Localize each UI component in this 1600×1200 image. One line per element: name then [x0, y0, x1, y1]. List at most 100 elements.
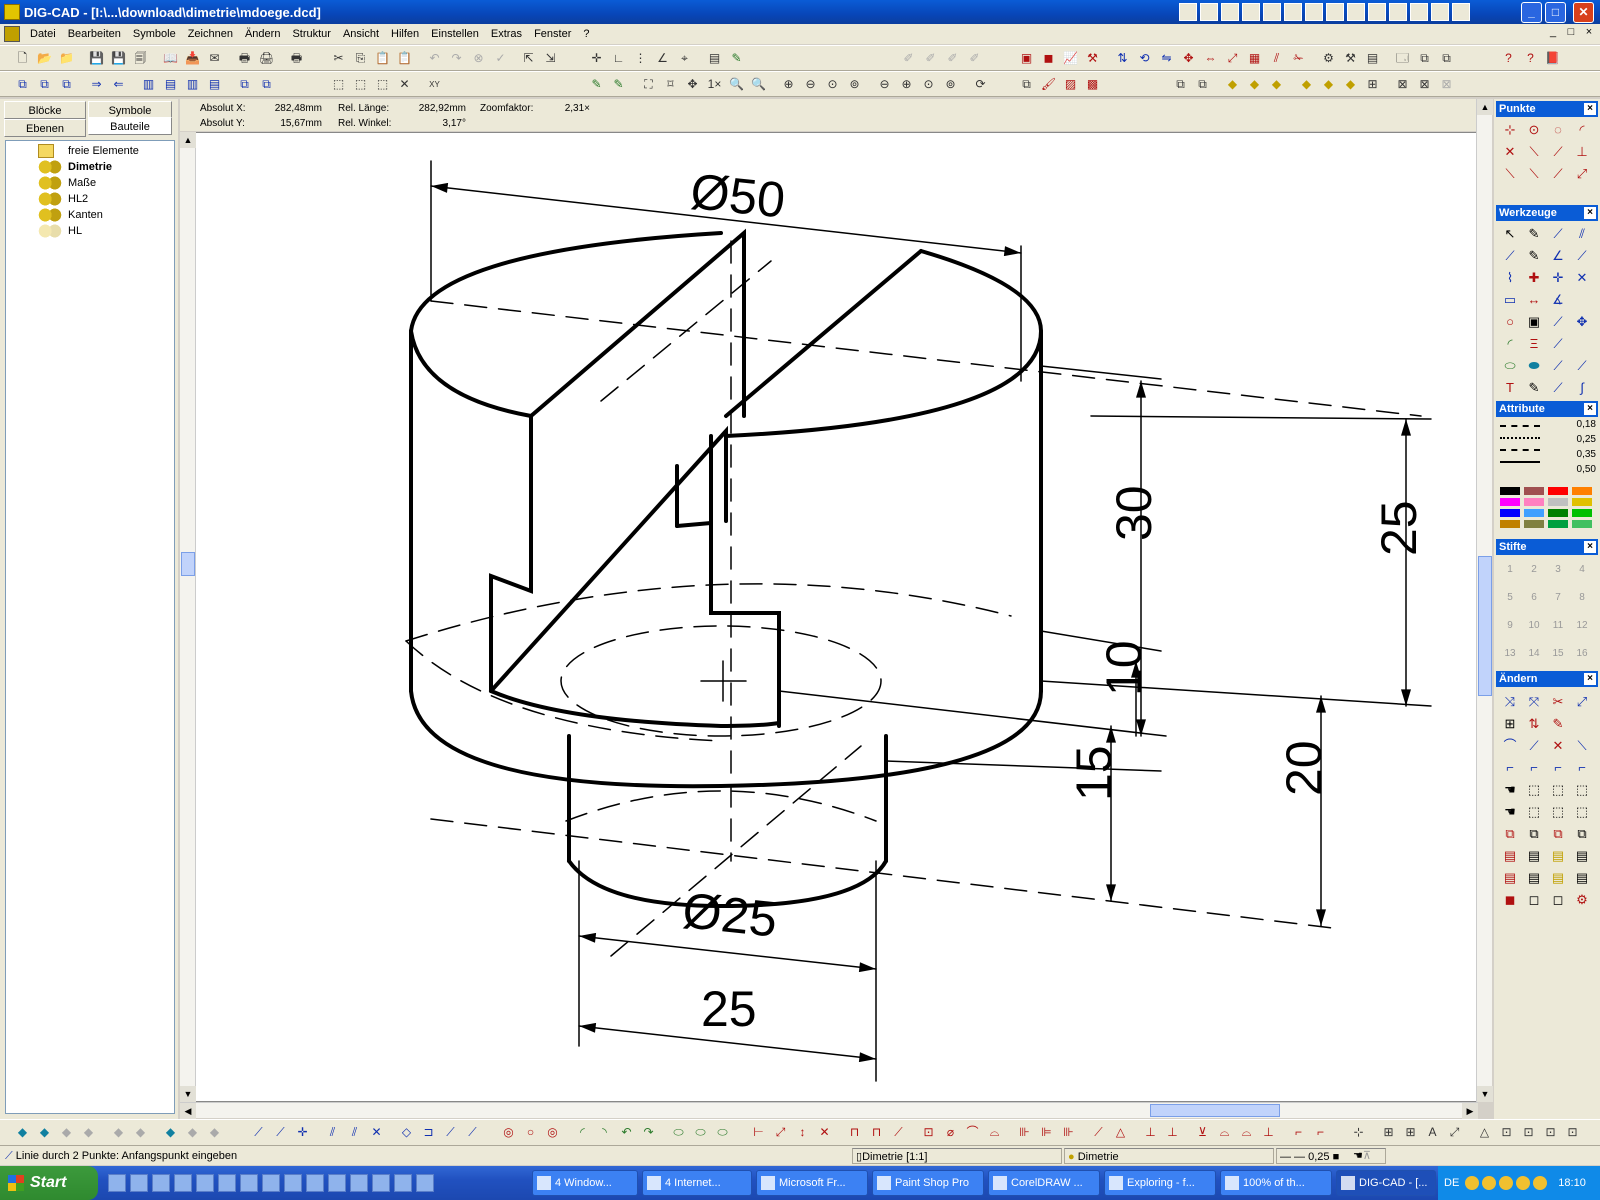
dim-angle-icon[interactable]: ✕ [816, 1124, 833, 1141]
cube-3-icon[interactable]: ◻ [1546, 889, 1570, 911]
menu-einstellen[interactable]: Einstellen [425, 28, 485, 40]
book-icon[interactable]: 📖 [162, 50, 179, 67]
parallel-icon[interactable]: ⫽ [324, 1124, 341, 1141]
fillet-icon[interactable]: ⟋ [1546, 333, 1570, 355]
order-back-icon[interactable]: ⧉ [258, 76, 275, 93]
tray-app-icon[interactable] [1410, 3, 1428, 21]
color-swatch[interactable] [1524, 487, 1544, 495]
task-button-exploring[interactable]: Exploring - f... [1104, 1170, 1216, 1196]
select-cross-2-icon[interactable]: ⬚ [1546, 801, 1570, 823]
datum-icon[interactable]: ⊥ [1260, 1124, 1277, 1141]
break-icon[interactable]: ✂ [1546, 691, 1570, 713]
zoom-out-icon[interactable]: ⊖ [802, 76, 819, 93]
spline-icon[interactable]: ⟋ [1546, 377, 1570, 399]
tray-app-icon[interactable] [1179, 3, 1197, 21]
quicklaunch-icon[interactable] [196, 1174, 214, 1192]
color-swatch[interactable] [1572, 498, 1592, 506]
grid-icon[interactable]: ⋮ [632, 50, 649, 67]
corner-2-icon[interactable]: ⌐ [1522, 757, 1546, 779]
delete-segment-icon[interactable]: ✕ [1546, 735, 1570, 757]
box-4-icon[interactable]: ◆ [80, 1124, 97, 1141]
dim-chain-icon[interactable]: ⊓ [846, 1124, 863, 1141]
rhombus-icon[interactable]: ◇ [398, 1124, 415, 1141]
task-button-windows[interactable]: 4 Window... [532, 1170, 638, 1196]
line-style-solid[interactable] [1500, 461, 1540, 463]
pan-icon[interactable]: ✥ [684, 76, 701, 93]
table-tool-2-icon[interactable]: ⊞ [1402, 1124, 1419, 1141]
plot-icon[interactable]: 🖶 [288, 50, 305, 67]
zoom-right-icon[interactable]: ⊕ [898, 76, 915, 93]
arc-tool-2-icon[interactable]: ◝ [596, 1124, 613, 1141]
extension-icon[interactable]: ⤢ [1570, 163, 1594, 185]
dim-coord-2-icon[interactable]: ⊫ [1038, 1124, 1055, 1141]
zoom-prev-icon[interactable]: 🔍 [750, 76, 767, 93]
color-swatch[interactable] [1572, 487, 1592, 495]
close-icon[interactable]: × [1584, 403, 1596, 415]
line-parallel-icon[interactable]: ⫽ [1570, 223, 1594, 245]
color-swatch[interactable] [1524, 520, 1544, 528]
pen-4[interactable]: 4 [1570, 559, 1594, 581]
window-icon[interactable]: 🗔 [1394, 50, 1411, 67]
text-tool-2-icon[interactable]: ⤢ [1446, 1124, 1463, 1141]
box-2-icon[interactable]: ◆ [36, 1124, 53, 1141]
tree-item-dimetrie[interactable]: Dimetrie [6, 159, 112, 175]
dim-diameter-icon[interactable]: ⌀ [942, 1124, 959, 1141]
color-swatch[interactable] [1500, 520, 1520, 528]
cube-2-icon[interactable]: ◻ [1522, 889, 1546, 911]
import-icon[interactable]: 📥 [184, 50, 201, 67]
color-swatch[interactable] [1548, 509, 1568, 517]
dash-line-icon[interactable]: ⟋ [442, 1124, 459, 1141]
component-icon[interactable]: ◆ [1224, 76, 1241, 93]
dim-radius-icon[interactable]: ⊡ [920, 1124, 937, 1141]
box-6-icon[interactable]: ◆ [132, 1124, 149, 1141]
menu-hilfen[interactable]: Hilfen [385, 28, 425, 40]
select-poly-2-icon[interactable]: ⬚ [1570, 801, 1594, 823]
angle-dim-icon[interactable]: ∡ [1546, 289, 1570, 311]
tray-app-icon[interactable] [1263, 3, 1281, 21]
quadrant-point-icon[interactable]: ◌ [1546, 119, 1570, 141]
edit-icon[interactable]: ✐ [922, 50, 939, 67]
component-link-icon[interactable]: ◆ [1268, 76, 1285, 93]
pen-15[interactable]: 15 [1546, 643, 1570, 665]
box-3-icon[interactable]: ◆ [58, 1124, 75, 1141]
arc-tool-4-icon[interactable]: ↷ [640, 1124, 657, 1141]
select-icon[interactable]: ⬚ [330, 76, 347, 93]
line-style-dotted[interactable] [1500, 437, 1540, 439]
pen-5[interactable]: 5 [1498, 587, 1522, 609]
copy-icon[interactable]: ⎘ [352, 50, 369, 67]
extend-icon[interactable]: ⤧ [1522, 691, 1546, 713]
color-swatch[interactable] [1548, 487, 1568, 495]
offset-icon[interactable]: ⇅ [1522, 713, 1546, 735]
tools-icon[interactable]: ⚒ [1084, 50, 1101, 67]
chamfer-icon[interactable]: ⟋ [1522, 735, 1546, 757]
pen-1[interactable]: 1 [1498, 559, 1522, 581]
array-icon[interactable]: ▦ [1246, 50, 1263, 67]
redraw-icon[interactable]: ⟳ [972, 76, 989, 93]
fillet-icon[interactable]: ⌒ [1498, 735, 1522, 757]
tray-icon[interactable] [1465, 1176, 1480, 1190]
paste-icon[interactable]: 📋 [374, 50, 391, 67]
dim-tolerance-icon[interactable]: ⊥ [1142, 1124, 1159, 1141]
color-swatch[interactable] [1548, 520, 1568, 528]
arrow-left-icon[interactable]: ⇐ [110, 76, 127, 93]
cross-line-icon[interactable]: ✕ [368, 1124, 385, 1141]
array-icon[interactable]: ⊞ [1498, 713, 1522, 735]
doc-4-icon[interactable]: ▤ [1570, 845, 1594, 867]
line-tool-icon[interactable]: ⟋ [250, 1124, 267, 1141]
pen-erase-icon[interactable]: ✎ [610, 76, 627, 93]
trim-icon[interactable]: ✁ [1290, 50, 1307, 67]
start-button[interactable]: Start [0, 1166, 98, 1200]
save-icon[interactable]: 💾 [88, 50, 105, 67]
settings-icon[interactable]: ⚙ [1320, 50, 1337, 67]
doc-2-icon[interactable]: ▤ [1522, 845, 1546, 867]
color-swatch[interactable] [1500, 498, 1520, 506]
scroll-left-arrow[interactable]: ◀ [180, 1103, 196, 1119]
trim-icon[interactable]: ⤨ [1498, 691, 1522, 713]
confirm-icon[interactable]: ✓ [492, 50, 509, 67]
tree-item-kanten[interactable]: Kanten [6, 207, 103, 223]
dim-edit-3-icon[interactable]: ⊡ [1520, 1124, 1537, 1141]
stack-3-icon[interactable]: ◆ [206, 1124, 223, 1141]
line-width-050[interactable]: 0,50 [1548, 464, 1596, 479]
box-icon[interactable]: ◆ [14, 1124, 31, 1141]
zoom-extents-icon[interactable]: ⛶ [640, 76, 657, 93]
